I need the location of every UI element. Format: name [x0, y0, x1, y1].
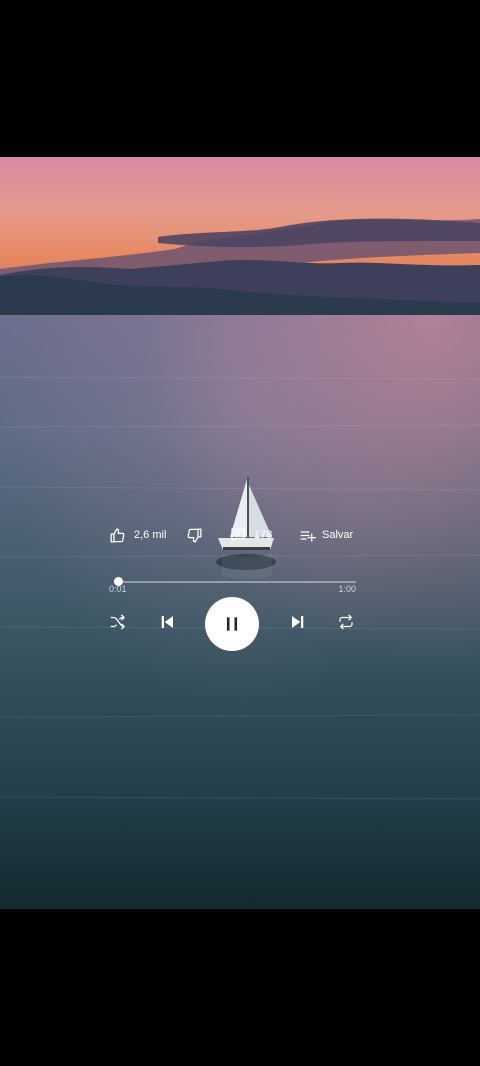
skip-next-icon: [292, 616, 304, 628]
repeat-icon: [339, 614, 353, 630]
pause-icon: [227, 617, 237, 631]
engagement-bar: 2,6 mil 178 Salvar: [0, 520, 480, 550]
like-count: 2,6 mil: [134, 529, 167, 541]
progress-bar[interactable]: [114, 576, 356, 588]
current-time: 0:01: [109, 584, 127, 594]
skip-previous-icon: [161, 616, 173, 628]
playlist-add-icon: [300, 530, 316, 542]
like-button[interactable]: 2,6 mil: [109, 520, 166, 550]
dislike-button[interactable]: [186, 520, 203, 550]
previous-button[interactable]: [154, 609, 180, 635]
thumb-up-icon: [110, 527, 125, 543]
pause-button[interactable]: [205, 597, 259, 651]
progress-track: [114, 581, 356, 583]
comment-icon: [231, 528, 245, 542]
comment-count: 178: [254, 529, 273, 541]
shuffle-button[interactable]: [106, 610, 130, 634]
next-button[interactable]: [285, 609, 311, 635]
duration: 1:00: [338, 584, 356, 594]
repeat-button[interactable]: [334, 610, 358, 634]
playback-controls: [0, 597, 480, 653]
save-button[interactable]: Salvar: [299, 520, 353, 550]
thumb-down-icon: [187, 527, 202, 543]
save-label: Salvar: [322, 529, 354, 541]
shuffle-icon: [110, 614, 125, 630]
comments-button[interactable]: 178: [230, 520, 272, 550]
